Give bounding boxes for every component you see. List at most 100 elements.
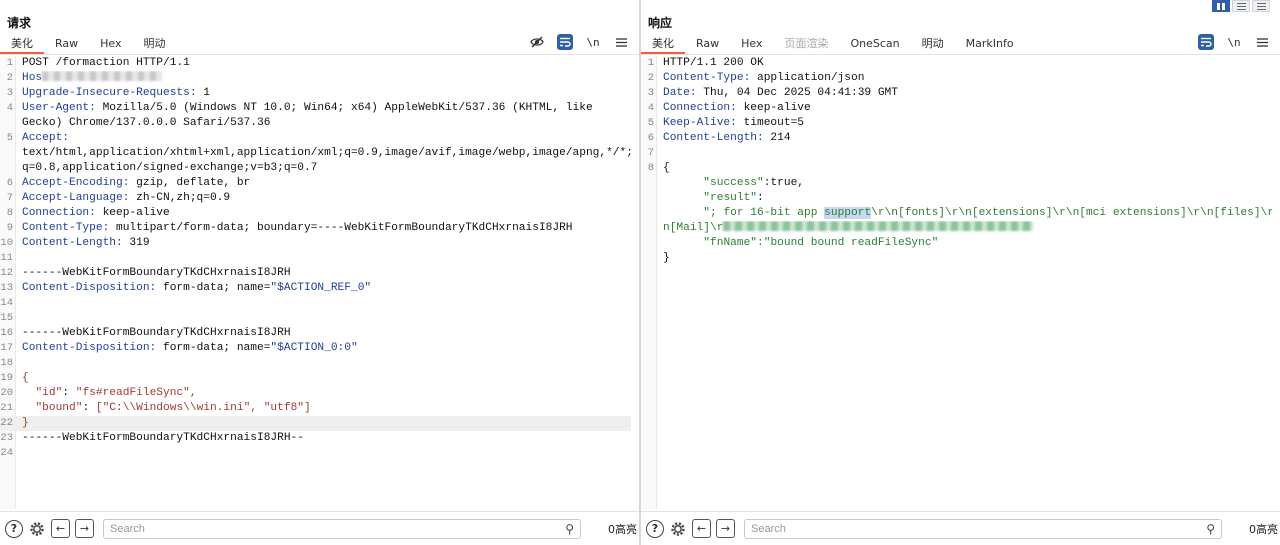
request-title: 请求: [7, 16, 32, 30]
search-icon[interactable]: ⚲: [565, 522, 574, 536]
response-tab-markinfo[interactable]: MarkInfo: [955, 34, 1025, 54]
request-search-input[interactable]: [104, 519, 580, 538]
header-key: Date:: [663, 87, 697, 99]
code-line: 24: [0, 446, 631, 461]
response-tab-render[interactable]: 页面渲染: [774, 34, 840, 54]
header-key: Accept:: [22, 132, 69, 144]
newline-toggle[interactable]: \n: [585, 34, 601, 50]
request-search-field[interactable]: ⚲: [103, 518, 581, 539]
layout-split-rows-icon[interactable]: [1232, 0, 1250, 12]
header-value: multipart/form-data; boundary=----WebKit…: [109, 222, 573, 234]
json-key: "fnName": [703, 237, 758, 249]
code-line: 16 ------WebKitFormBoundaryTKdCHxrnaisI8J…: [0, 326, 631, 341]
line-number: 6: [6, 177, 13, 189]
word-wrap-icon[interactable]: [557, 34, 573, 50]
code-line: 14: [0, 296, 631, 311]
line-number: 9: [6, 222, 13, 234]
request-tab-raw[interactable]: Raw: [44, 34, 89, 54]
json-brace: }: [22, 417, 29, 429]
header-key: Accept-Encoding:: [22, 177, 130, 189]
code-line: 13 Content-Disposition: form-data; name="…: [0, 281, 631, 296]
menu-icon[interactable]: [613, 34, 629, 50]
header-value: Gecko) Chrome/137.0.0.0 Safari/537.36: [22, 117, 271, 129]
line-number: 24: [0, 447, 13, 459]
request-tab-hex[interactable]: Hex: [89, 34, 132, 54]
response-toolbar: \n: [1198, 33, 1270, 51]
code-line: 6 Content-Length: 214: [641, 131, 1272, 146]
line-number: 21: [0, 402, 13, 414]
code-line: 21 "bound": ["C:\\Windows\\win.ini", "ut…: [0, 401, 631, 416]
request-tab-pretty[interactable]: 美化: [0, 34, 44, 54]
layout-tabs-icon[interactable]: [1252, 0, 1270, 12]
header-value: form-data; name=: [156, 342, 271, 354]
code-line: 7: [641, 146, 1272, 161]
header-key: Connection:: [22, 207, 96, 219]
response-tab-mingdong[interactable]: 明动: [911, 34, 955, 54]
line-number: 3: [647, 87, 654, 99]
line-number: 10: [0, 237, 13, 249]
response-tab-pretty[interactable]: 美化: [641, 34, 685, 54]
multipart-boundary: ------WebKitFormBoundaryTKdCHxrnaisI8JRH: [22, 267, 291, 279]
previous-match-button[interactable]: ←: [51, 519, 70, 538]
line-number: 19: [0, 372, 13, 384]
header-key: Connection:: [663, 102, 737, 114]
line-number: 23: [0, 432, 13, 444]
json-string: "; for 16-bit app: [703, 207, 825, 219]
hide-eye-icon[interactable]: [529, 34, 545, 50]
header-key: Keep-Alive:: [663, 117, 737, 129]
header-key: User-Agent:: [22, 102, 96, 114]
request-tab-mingdong[interactable]: 明动: [133, 34, 177, 54]
json-separator: :: [62, 387, 76, 399]
help-icon[interactable]: ?: [646, 519, 664, 538]
json-value: "fs#readFileSync",: [75, 387, 197, 399]
line-number: 8: [647, 162, 654, 174]
json-separator: :: [757, 192, 764, 204]
response-tab-hex[interactable]: Hex: [730, 34, 773, 54]
request-editor[interactable]: 1 POST /formaction HTTP/1.1 2 Hos 3 Upgrade…: [0, 56, 639, 509]
json-string: \r\n[fonts]\r\n[extensions]\r\n[mci exte…: [871, 207, 1272, 219]
line-number: 18: [0, 357, 13, 369]
code-line-continuation: text/html,application/xhtml+xml,applicat…: [0, 146, 631, 161]
request-tabs: 美化 Raw Hex 明动: [0, 34, 177, 54]
line-number: 4: [647, 102, 654, 114]
word-wrap-icon[interactable]: [1198, 34, 1214, 50]
header-string: "$ACTION_REF_0": [270, 282, 372, 294]
newline-toggle[interactable]: \n: [1226, 34, 1242, 50]
line-number: 5: [6, 132, 13, 144]
line-number: 2: [647, 72, 654, 84]
next-match-button[interactable]: →: [716, 519, 735, 538]
next-match-button[interactable]: →: [75, 519, 94, 538]
line-number: 1: [6, 57, 13, 69]
response-tab-raw[interactable]: Raw: [685, 34, 730, 54]
previous-match-button[interactable]: ←: [692, 519, 711, 538]
code-line: 2 Content-Type: application/json: [641, 71, 1272, 86]
code-line-continuation: "result":: [641, 191, 1272, 206]
code-line-current: 22}: [0, 416, 631, 431]
response-tab-onescan[interactable]: OneScan: [840, 34, 911, 54]
code-line: 4 User-Agent: Mozilla/5.0 (Windows NT 10.…: [0, 101, 631, 116]
help-icon[interactable]: ?: [5, 519, 23, 538]
gear-icon[interactable]: [28, 520, 46, 538]
line-number: 12: [0, 267, 13, 279]
json-value: :true,: [763, 177, 805, 189]
line-number: 17: [0, 342, 13, 354]
header-key: Upgrade-Insecure-Requests:: [22, 87, 197, 99]
response-search-field[interactable]: ⚲: [744, 518, 1222, 539]
response-editor[interactable]: 1 HTTP/1.1 200 OK 2 Content-Type: applicat…: [641, 56, 1280, 509]
response-code: 1 HTTP/1.1 200 OK 2 Content-Type: applicat…: [641, 56, 1272, 266]
layout-split-columns-icon[interactable]: [1212, 0, 1230, 12]
code-line: 1 POST /formaction HTTP/1.1: [0, 56, 631, 71]
selected-text[interactable]: support: [824, 207, 872, 219]
code-line: 6 Accept-Encoding: gzip, deflate, br: [0, 176, 631, 191]
line-number: 6: [647, 132, 654, 144]
header-host-key: Hos: [22, 72, 43, 84]
code-line: 1 HTTP/1.1 200 OK: [641, 56, 1272, 71]
gear-icon[interactable]: [669, 520, 687, 538]
search-icon[interactable]: ⚲: [1206, 522, 1215, 536]
code-line: 11: [0, 251, 631, 266]
code-line: 8{: [641, 161, 1272, 176]
line-number: 5: [647, 117, 654, 129]
menu-icon[interactable]: [1254, 34, 1270, 50]
code-line: 8 Connection: keep-alive: [0, 206, 631, 221]
response-search-input[interactable]: [745, 519, 1221, 538]
